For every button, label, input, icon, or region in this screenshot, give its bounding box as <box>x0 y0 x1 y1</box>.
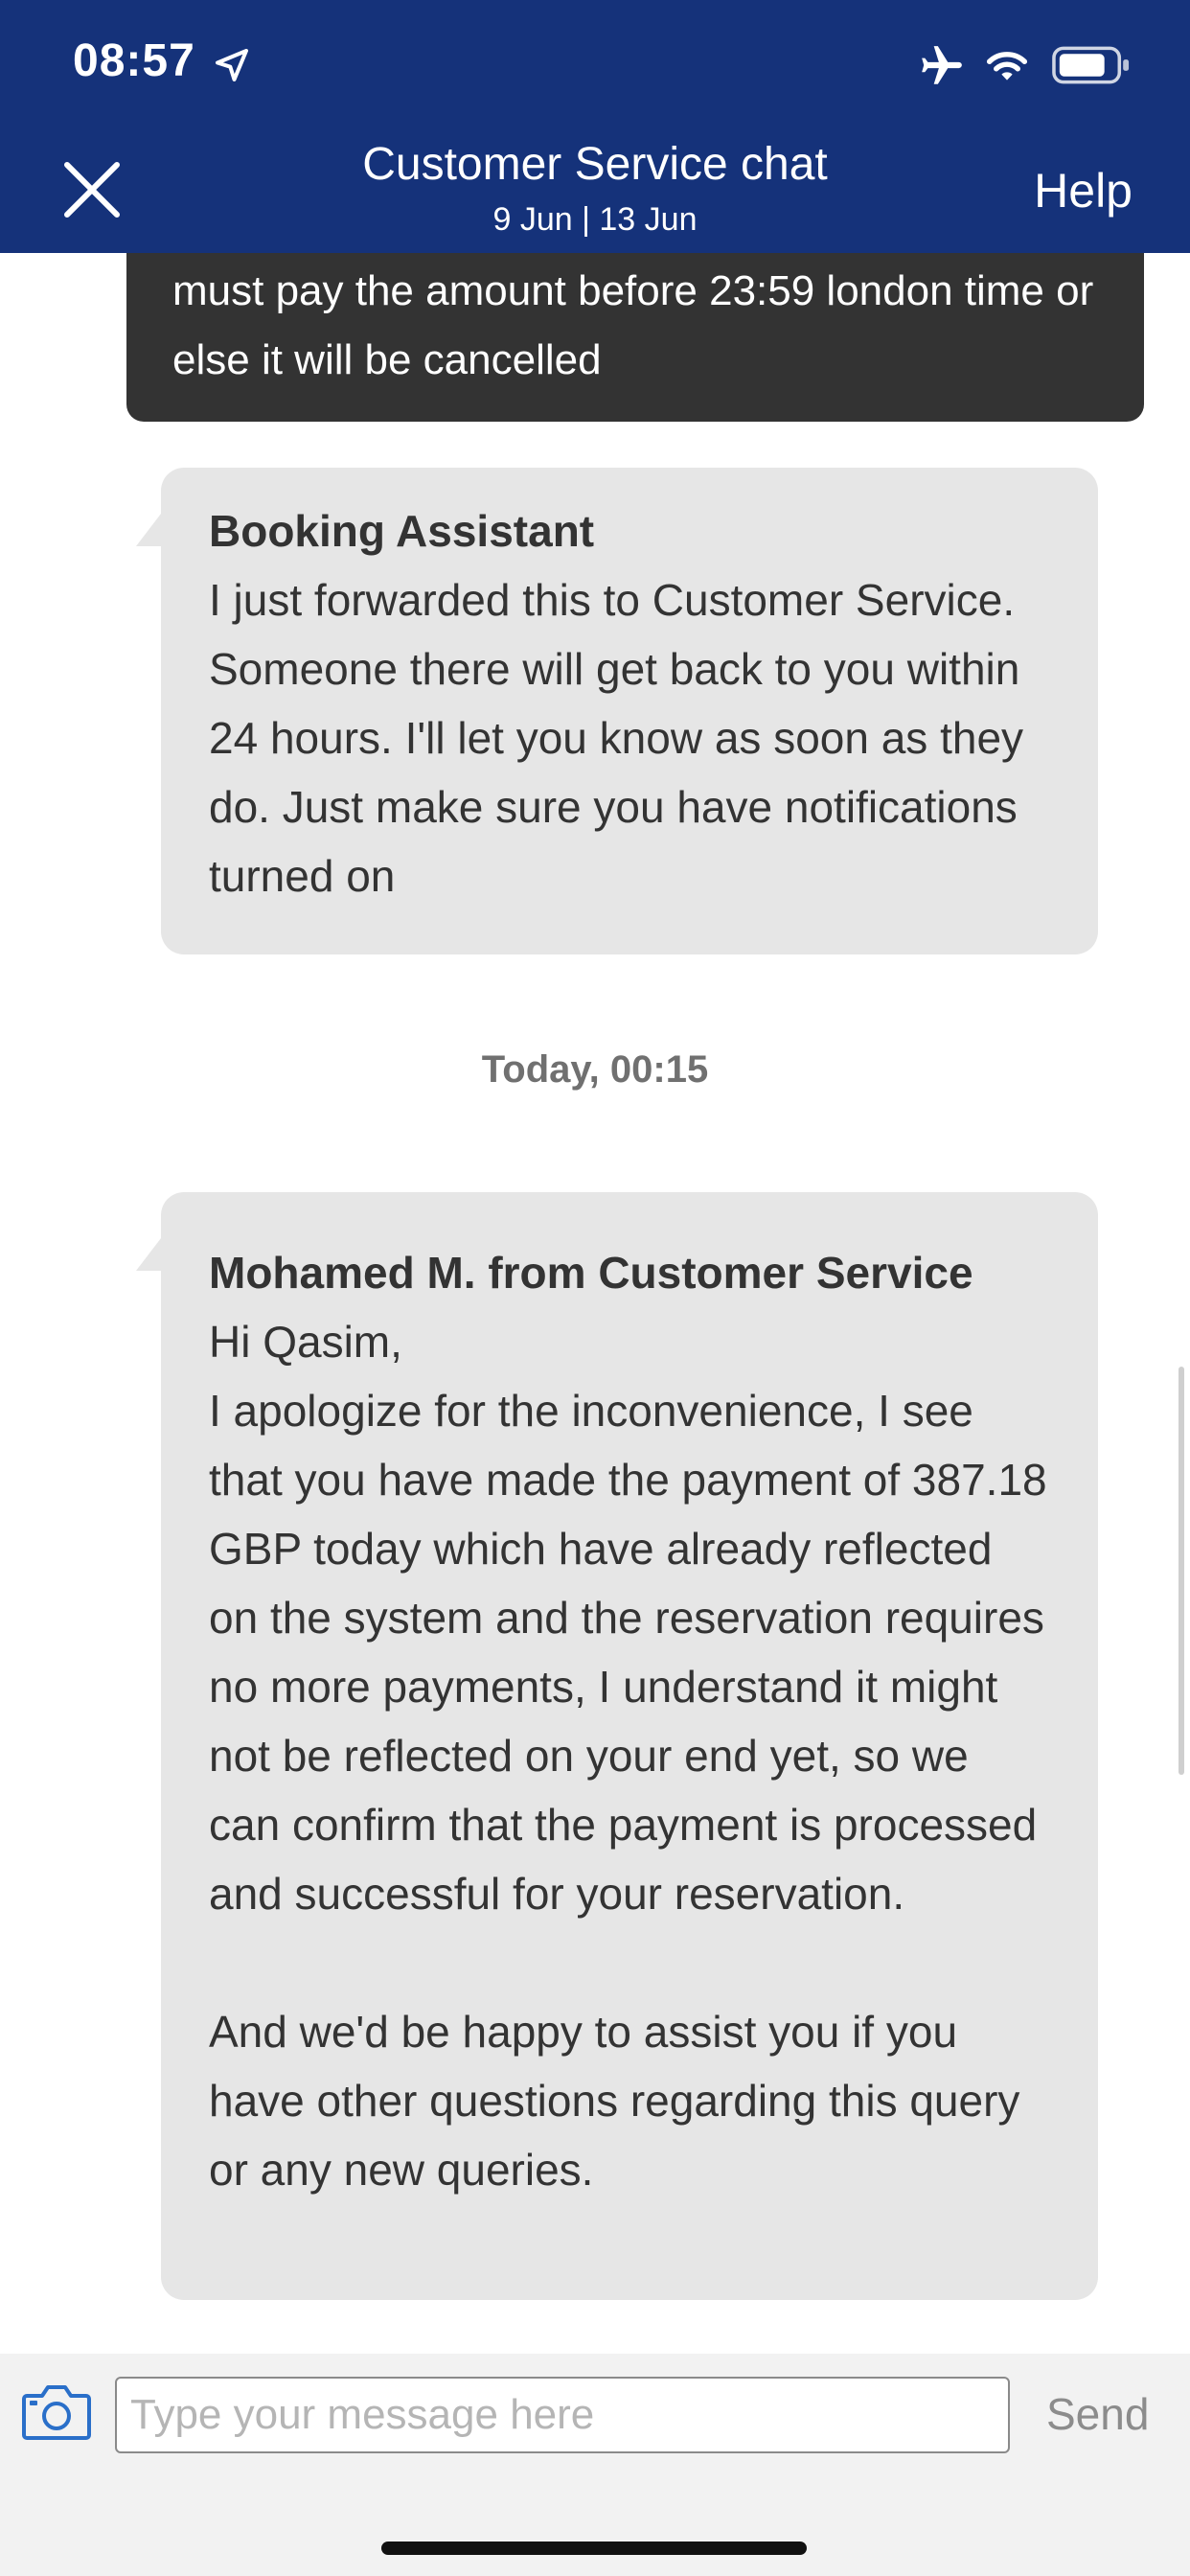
status-time: 08:57 <box>73 35 195 86</box>
home-indicator <box>381 2542 807 2555</box>
send-button[interactable]: Send <box>1046 2388 1149 2440</box>
message-text: Hi Qasim, I apologize for the inconvenie… <box>209 1317 1047 2195</box>
camera-button[interactable] <box>21 2382 92 2442</box>
incoming-message: Booking Assistant I just forwarded this … <box>136 468 1098 954</box>
message-text: must pay the amount before 23:59 london … <box>172 267 1094 383</box>
app-header: 08:57 Customer Service chat 9 Jun | 13 J… <box>0 0 1190 253</box>
close-icon <box>64 162 120 218</box>
camera-icon <box>22 2385 91 2440</box>
airplane-icon <box>922 46 962 84</box>
message-composer: Send <box>0 2354 1190 2576</box>
message-timestamp: Today, 00:15 <box>481 1048 709 1091</box>
chat-title: Customer Service chat <box>362 139 828 190</box>
close-button[interactable] <box>59 157 125 222</box>
message-sender: Booking Assistant <box>209 506 595 556</box>
message-input[interactable] <box>115 2377 1010 2453</box>
bubble-tail <box>136 1238 161 1271</box>
message-text: I just forwarded this to Customer Servic… <box>209 575 1024 901</box>
location-arrow-icon <box>216 49 248 81</box>
chat-dates: 9 Jun | 13 Jun <box>492 201 698 238</box>
bubble-tail <box>136 514 161 546</box>
incoming-message: Mohamed M. from Customer Service Hi Qasi… <box>136 1192 1098 2300</box>
help-button[interactable]: Help <box>1034 163 1133 218</box>
message-sender: Mohamed M. from Customer Service <box>209 1248 973 1298</box>
battery-icon <box>1052 46 1130 84</box>
scroll-indicator[interactable] <box>1179 1367 1184 1775</box>
wifi-icon <box>986 52 1028 80</box>
